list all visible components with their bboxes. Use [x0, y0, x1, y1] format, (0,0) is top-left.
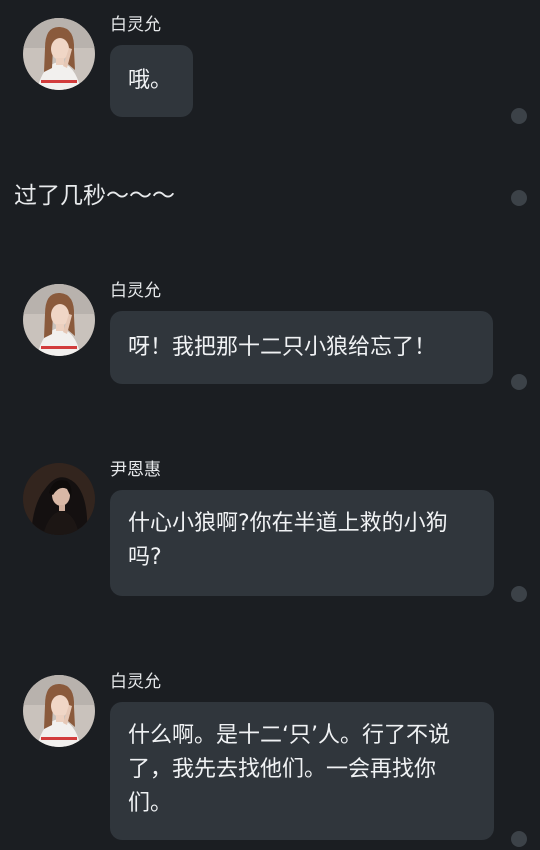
avatar[interactable]	[23, 18, 95, 90]
narration-text: 过了几秒～～～	[14, 183, 175, 209]
sender-name: 尹恩惠	[110, 460, 161, 480]
message-bubble[interactable]: 什心小狼啊?你在半道上救的小狗吗?	[110, 490, 494, 596]
avatar[interactable]	[23, 675, 95, 747]
sender-name: 白灵允	[110, 672, 161, 692]
message-bubble[interactable]: 哦。	[110, 45, 193, 117]
message-status-dot[interactable]	[511, 831, 527, 847]
message-status-dot[interactable]	[511, 374, 527, 390]
chat-thread: 白灵允 哦。 过了几秒～～～ 白灵允 呀！我把那十二只小狼给忘了！ 尹恩惠 什心…	[0, 0, 540, 850]
avatar[interactable]	[23, 463, 95, 535]
message-bubble[interactable]: 什么啊。是十二‘只’人。行了不说了，我先去找他们。一会再找你们。	[110, 702, 494, 840]
sender-name: 白灵允	[110, 281, 161, 301]
avatar[interactable]	[23, 284, 95, 356]
message-bubble[interactable]: 呀！我把那十二只小狼给忘了！	[110, 311, 493, 384]
sender-name: 白灵允	[110, 15, 161, 35]
message-status-dot[interactable]	[511, 190, 527, 206]
message-status-dot[interactable]	[511, 586, 527, 602]
message-status-dot[interactable]	[511, 108, 527, 124]
